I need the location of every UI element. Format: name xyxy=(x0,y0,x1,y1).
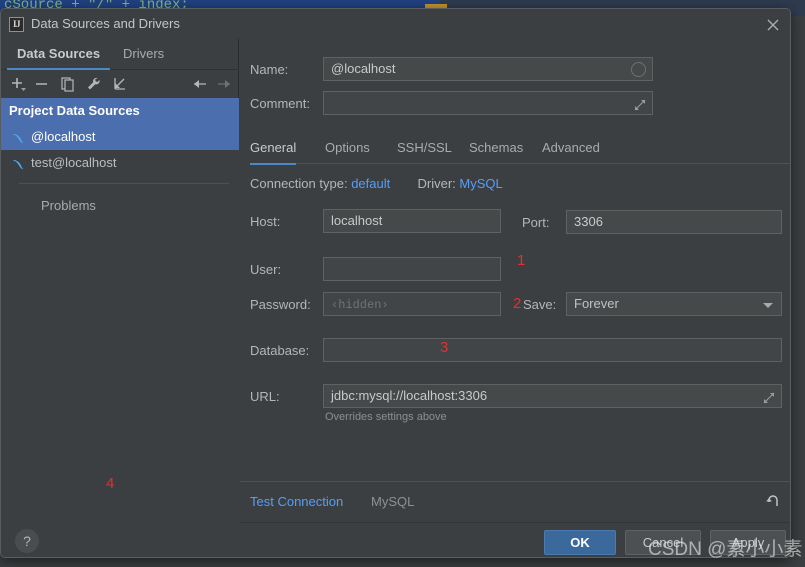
annotation-3: 3 xyxy=(440,339,449,356)
list-item-label: test@localhost xyxy=(31,155,117,170)
duplicate-icon[interactable] xyxy=(59,75,77,93)
driver-value-link[interactable]: MySQL xyxy=(459,176,502,191)
tab-ssh-ssl[interactable]: SSH/SSL xyxy=(397,135,452,164)
host-label: Host: xyxy=(250,214,281,229)
data-sources-dialog: IJ Data Sources and Drivers Data Sources… xyxy=(0,8,791,558)
help-icon[interactable]: ? xyxy=(15,529,39,553)
driver-label: Driver: xyxy=(417,176,456,191)
password-placeholder: ‹hidden› xyxy=(331,298,389,312)
panel-tabs: Data Sources Drivers xyxy=(1,39,239,70)
password-label: Password: xyxy=(250,297,311,312)
add-icon[interactable] xyxy=(9,75,27,93)
database-label: Database: xyxy=(250,343,310,358)
url-input[interactable]: jdbc:mysql://localhost:3306 xyxy=(323,384,782,408)
list-item-test-localhost[interactable]: test@localhost xyxy=(1,150,239,176)
expand-icon[interactable] xyxy=(633,97,647,111)
name-input[interactable]: @localhost xyxy=(323,57,653,81)
save-select[interactable]: Forever xyxy=(566,292,782,316)
connection-type-row: Connection type: default Driver: MySQL xyxy=(250,176,503,191)
database-input[interactable] xyxy=(323,338,782,362)
chevron-down-icon xyxy=(763,303,773,308)
url-hint: Overrides settings above xyxy=(325,411,447,423)
url-input-value: jdbc:mysql://localhost:3306 xyxy=(331,388,488,403)
password-input[interactable]: ‹hidden› xyxy=(323,292,501,316)
intellij-logo-icon: IJ xyxy=(9,17,24,32)
mysql-dolphin-icon xyxy=(11,155,26,170)
annotation-4: 4 xyxy=(106,475,115,492)
cancel-button[interactable]: Cancel xyxy=(625,530,701,555)
tab-general[interactable]: General xyxy=(250,135,297,165)
close-icon[interactable] xyxy=(764,16,782,34)
tab-advanced[interactable]: Advanced xyxy=(542,135,600,164)
driver-status-label: MySQL xyxy=(371,494,415,509)
sources-group-header: Project Data Sources xyxy=(1,98,239,124)
tab-data-sources[interactable]: Data Sources xyxy=(7,39,111,70)
comment-input[interactable] xyxy=(323,91,653,115)
revert-arrow-icon[interactable] xyxy=(764,492,782,510)
list-item-label: @localhost xyxy=(31,129,96,144)
connection-type-label: Connection type: xyxy=(250,176,348,191)
user-input[interactable] xyxy=(323,257,501,281)
annotation-2: 2 xyxy=(513,295,522,312)
name-label: Name: xyxy=(250,62,289,77)
list-item-localhost[interactable]: @localhost xyxy=(1,124,239,150)
test-connection-bar: Test Connection MySQL xyxy=(240,481,790,523)
ok-button[interactable]: OK xyxy=(544,530,616,555)
comment-label: Comment: xyxy=(250,96,310,111)
mysql-dolphin-icon xyxy=(11,129,26,144)
tab-schemas[interactable]: Schemas xyxy=(469,135,523,164)
port-input-value: 3306 xyxy=(574,214,603,229)
annotation-1: 1 xyxy=(517,252,526,269)
dialog-footer: ? OK Cancel Apply xyxy=(1,523,790,557)
forward-arrow-icon[interactable] xyxy=(215,75,233,93)
list-divider xyxy=(19,183,229,184)
properties-wrench-icon[interactable] xyxy=(85,75,103,93)
list-item-problems[interactable]: Problems xyxy=(1,193,239,219)
connection-settings-panel: Name: @localhost Comment: General Option… xyxy=(240,39,790,481)
settings-tabs: General Options SSH/SSL Schemas Advanced xyxy=(250,135,790,165)
dialog-title: Data Sources and Drivers xyxy=(31,16,180,31)
tab-options[interactable]: Options xyxy=(325,135,370,164)
save-label: Save: xyxy=(523,297,557,312)
url-label: URL: xyxy=(250,389,280,404)
host-input-value: localhost xyxy=(331,213,383,228)
back-arrow-icon[interactable] xyxy=(191,75,209,93)
save-select-value: Forever xyxy=(574,296,619,311)
name-input-value: @localhost xyxy=(331,61,396,76)
data-sources-toolbar xyxy=(1,70,239,98)
data-sources-list: Project Data Sources @localhost test@loc… xyxy=(1,98,239,529)
expand-icon[interactable] xyxy=(762,390,776,404)
remove-icon[interactable] xyxy=(33,75,51,93)
port-input[interactable]: 3306 xyxy=(566,210,782,234)
apply-button[interactable]: Apply xyxy=(710,530,786,555)
tab-drivers[interactable]: Drivers xyxy=(113,39,174,70)
color-indicator-icon[interactable] xyxy=(631,62,646,77)
import-icon[interactable] xyxy=(111,75,129,93)
user-label: User: xyxy=(250,262,282,277)
screen-root: cSource + "/" + index; IJ Data Sources a… xyxy=(0,0,805,567)
port-label: Port: xyxy=(522,215,550,230)
data-sources-panel: Data Sources Drivers Project Data Source… xyxy=(1,39,239,529)
connection-type-value[interactable]: default xyxy=(351,176,390,191)
host-input[interactable]: localhost xyxy=(323,209,501,233)
test-connection-link[interactable]: Test Connection xyxy=(250,494,343,509)
dialog-titlebar: IJ Data Sources and Drivers xyxy=(1,9,790,39)
